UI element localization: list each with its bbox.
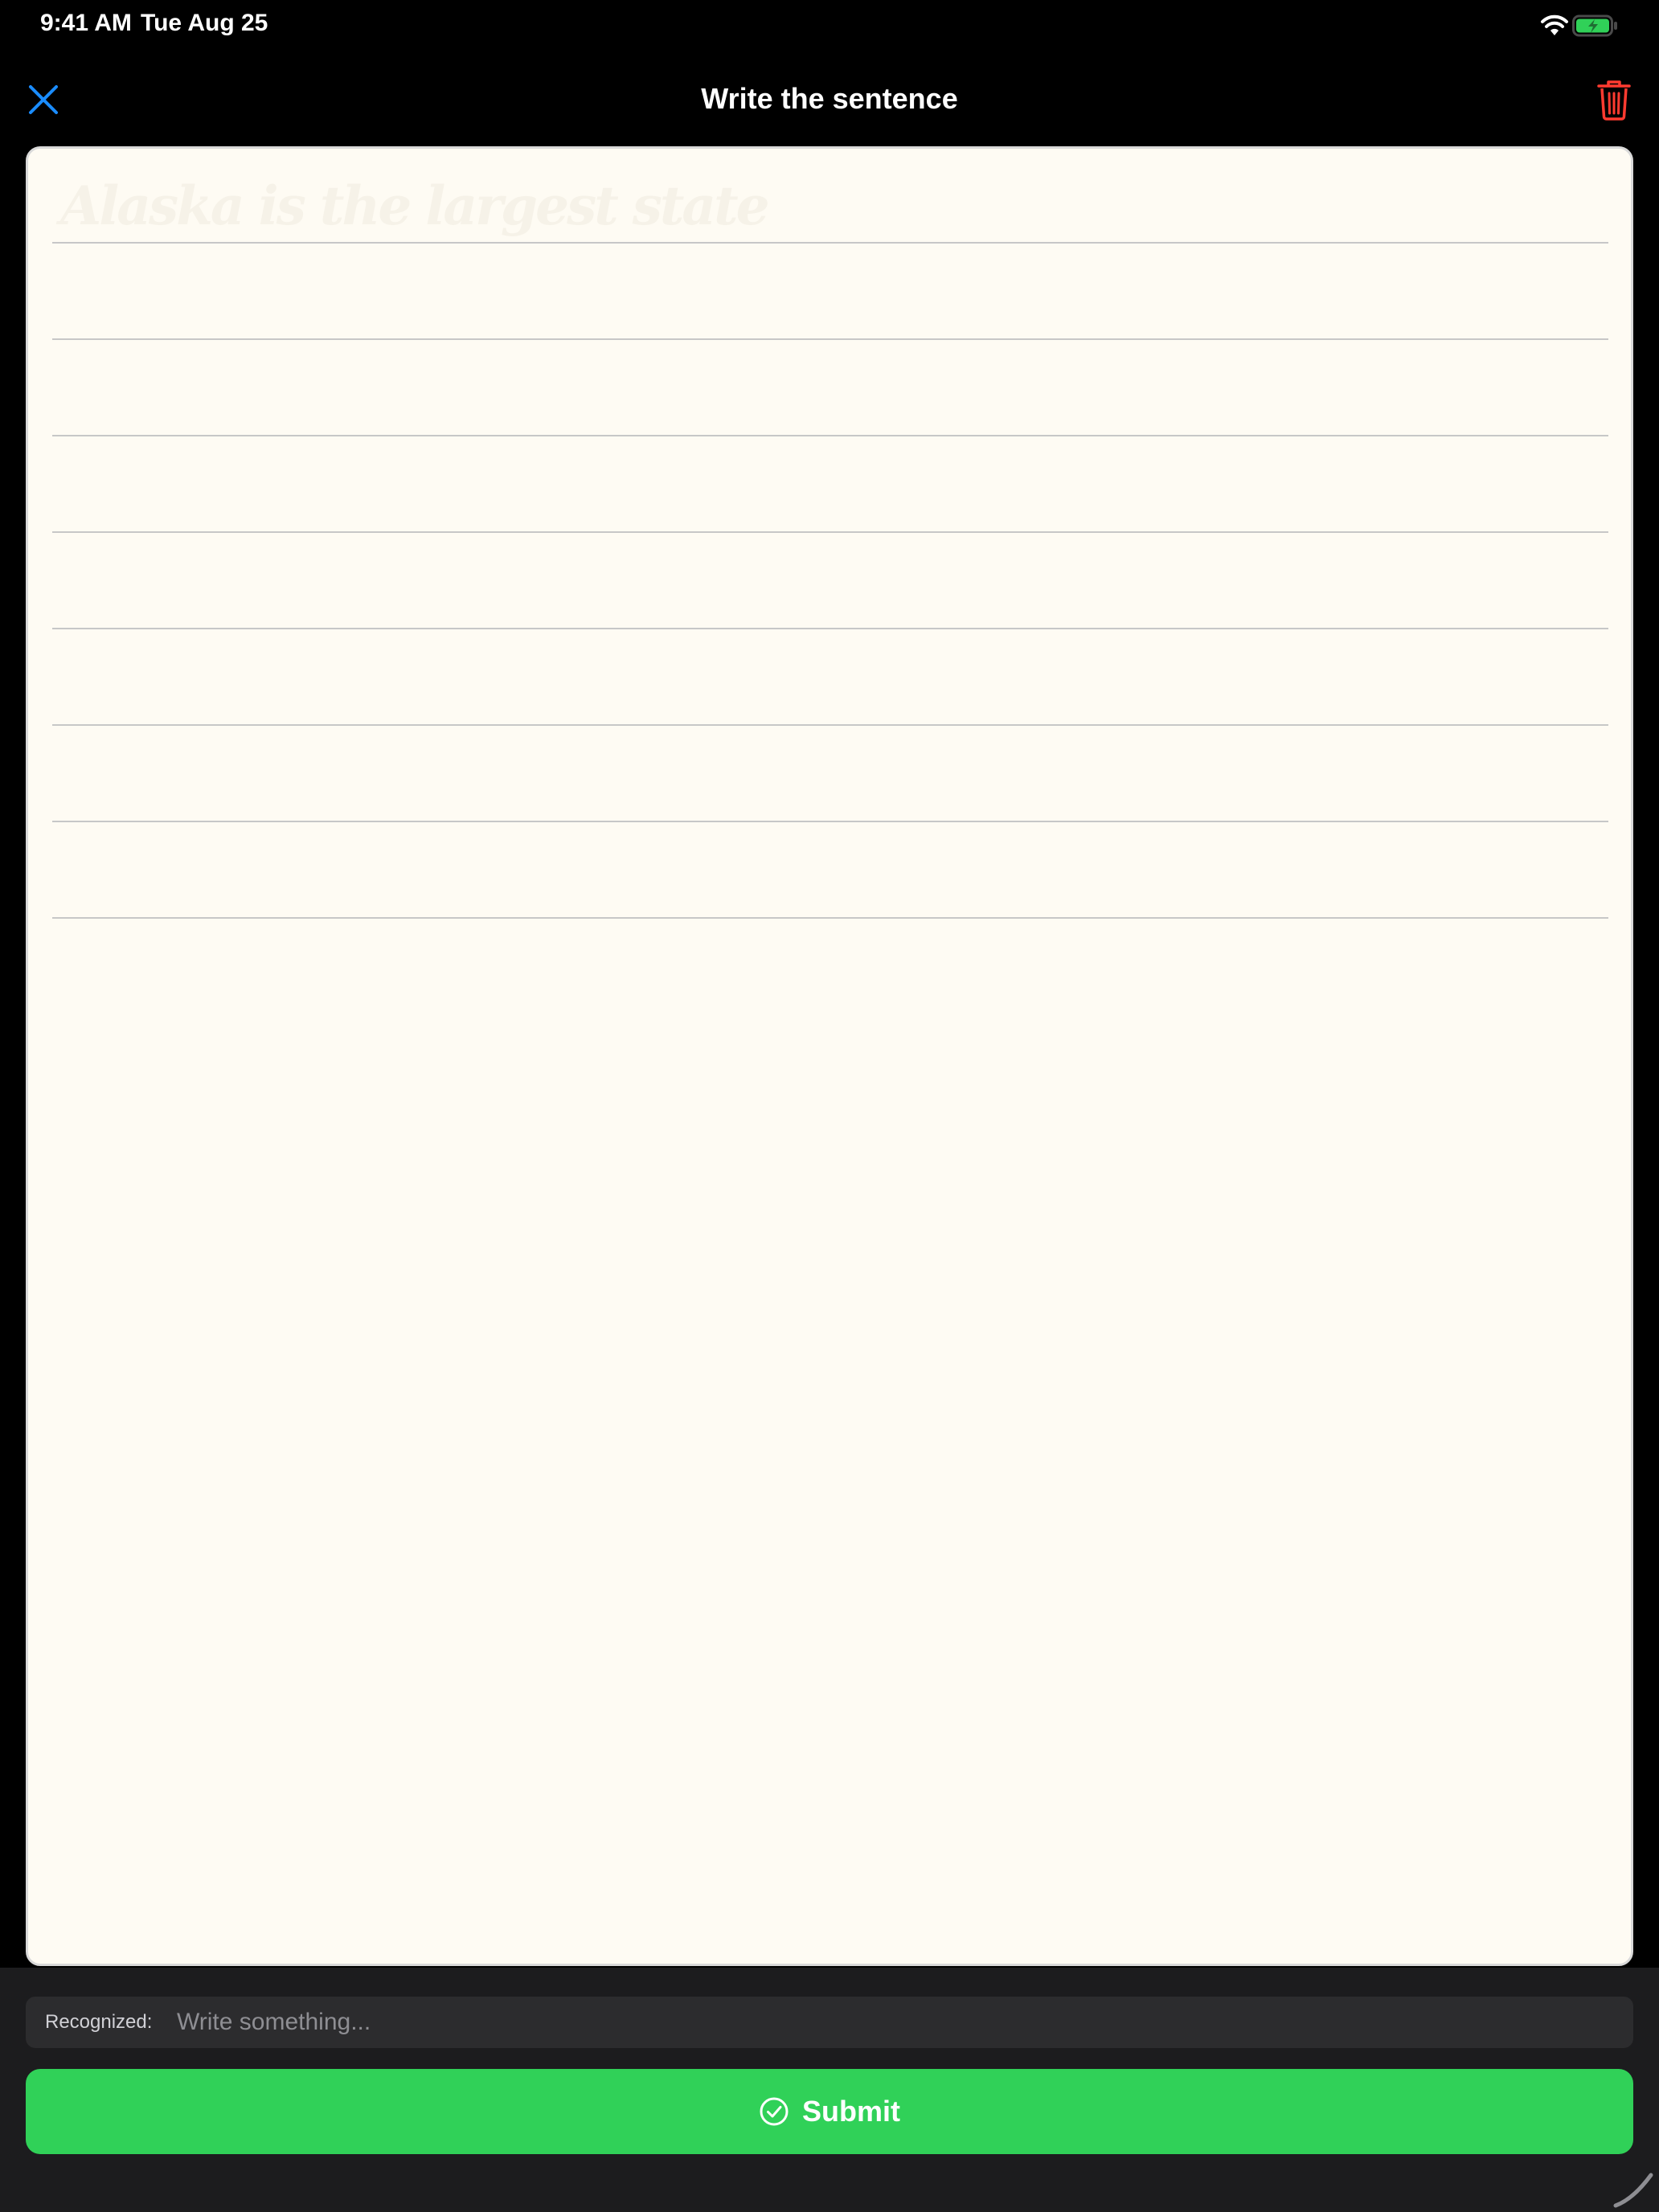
ruled-line: [52, 338, 1608, 340]
ruled-line: [52, 435, 1608, 436]
bottom-panel: Recognized: Submit: [0, 1968, 1659, 2212]
recognized-field: Recognized:: [26, 1997, 1633, 2048]
ruled-line: [52, 242, 1608, 244]
ruled-line: [52, 531, 1608, 533]
trash-icon: [1597, 80, 1631, 121]
clear-button[interactable]: [1591, 76, 1636, 124]
status-date: Tue Aug 25: [141, 10, 268, 36]
nav-bar: Write the sentence: [0, 51, 1659, 148]
writing-canvas[interactable]: Alaska is the largest state: [26, 146, 1633, 1966]
checkmark-circle-icon: [760, 2097, 789, 2126]
screen: 9:41 AM Tue Aug 25 Write the sentence Al…: [0, 0, 1659, 2212]
ruled-line: [52, 917, 1608, 919]
submit-button[interactable]: Submit: [26, 2069, 1633, 2154]
ruled-line: [52, 821, 1608, 822]
guide-sentence: Alaska is the largest state: [60, 174, 770, 237]
wifi-icon: [1541, 14, 1568, 35]
battery-charging-icon: [1572, 14, 1617, 37]
ruled-line: [52, 628, 1608, 629]
status-time: 9:41 AM: [40, 10, 132, 36]
ruled-line: [52, 724, 1608, 726]
page-title: Write the sentence: [701, 82, 958, 115]
pencil-indicator-icon: [1613, 2173, 1653, 2208]
recognized-label: Recognized:: [45, 2011, 153, 2033]
recognized-input[interactable]: [167, 2001, 1633, 2043]
submit-label: Submit: [802, 2095, 900, 2128]
status-bar: 9:41 AM Tue Aug 25: [0, 0, 1659, 51]
